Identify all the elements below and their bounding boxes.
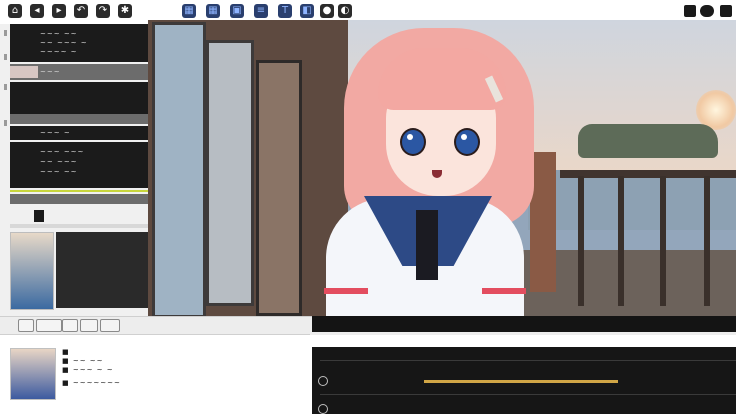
- list-icon[interactable]: ≡: [254, 4, 268, 18]
- timeline-header: [312, 316, 736, 332]
- window-button[interactable]: [700, 5, 714, 17]
- tool-button[interactable]: [80, 319, 98, 332]
- window-button[interactable]: [684, 5, 696, 17]
- layer-label: ~~~ ~~: [40, 168, 78, 176]
- background-window: [152, 22, 206, 316]
- background-window: [206, 40, 254, 306]
- property-line: ■ ~~~~~~~: [62, 379, 121, 387]
- layer-row[interactable]: [10, 194, 148, 204]
- tool-button[interactable]: [18, 319, 34, 332]
- frame-icon[interactable]: ▣: [230, 4, 244, 18]
- layer-row[interactable]: ~~~: [10, 64, 148, 80]
- background-trees: [578, 124, 718, 158]
- forward-icon[interactable]: ▸: [52, 4, 66, 18]
- avatar[interactable]: [10, 348, 56, 400]
- scroll-marker: [4, 84, 7, 90]
- layer-row[interactable]: ~~~ ~~~ ~~ ~~~ ~~~ ~~: [10, 142, 358, 188]
- layer-label: ~~~: [40, 68, 61, 76]
- layer-row[interactable]: ~~~ ~~ ~~ ~~~ ~ ~~~~ ~: [10, 24, 358, 62]
- layer-label: ~~~ ~: [40, 129, 71, 137]
- home-icon[interactable]: ⌂: [8, 4, 22, 18]
- character-eye: [454, 128, 480, 156]
- text-icon[interactable]: T: [278, 4, 292, 18]
- sleeve-stripe: [324, 288, 368, 294]
- scroll-marker: [4, 120, 7, 126]
- divider: [10, 224, 148, 228]
- preview-thumbnail[interactable]: [10, 232, 54, 310]
- character-tie: [416, 210, 438, 280]
- layer-row[interactable]: ~~~ ~: [10, 126, 148, 140]
- settings-icon[interactable]: ✱: [118, 4, 132, 18]
- mask-icon[interactable]: ◐: [338, 4, 352, 18]
- scroll-marker: [4, 54, 7, 60]
- layer-row[interactable]: [10, 82, 358, 114]
- layer-label: ~~~ ~~~: [40, 148, 85, 156]
- layer-panel: ~~~ ~~ ~~ ~~~ ~ ~~~~ ~ ~~~ ~~~ ~ ~~~ ~~~…: [0, 24, 358, 316]
- redo-icon[interactable]: ↷: [96, 4, 110, 18]
- property-line: ■ ~~ ~~: [62, 357, 104, 365]
- sleeve-stripe: [482, 288, 526, 294]
- tool-button[interactable]: [36, 319, 62, 332]
- track-toggle-icon[interactable]: [318, 376, 328, 386]
- preview-panel: [56, 232, 148, 308]
- undo-icon[interactable]: ↶: [74, 4, 88, 18]
- layer-label: ~~~~ ~: [40, 48, 78, 56]
- railing-post: [704, 176, 710, 306]
- background-door: [256, 60, 302, 316]
- layer-label: ~~ ~~~ ~: [40, 39, 88, 47]
- grid-icon[interactable]: ▦: [206, 4, 220, 18]
- selection-indicator: [10, 190, 148, 192]
- character-eye: [400, 128, 426, 156]
- railing-post: [618, 176, 624, 306]
- canvas-stage[interactable]: [148, 20, 736, 316]
- layer-row[interactable]: [10, 114, 148, 124]
- track-divider: [320, 360, 736, 361]
- layer-label: ~~ ~~~: [40, 158, 78, 166]
- window-button[interactable]: [720, 5, 732, 17]
- property-line: ■: [62, 348, 70, 356]
- railing-post: [578, 176, 584, 306]
- view-icon[interactable]: ◧: [300, 4, 314, 18]
- property-line: ■ ~~~ ~ ~: [62, 366, 114, 374]
- layer-label: ~~~ ~~: [40, 30, 78, 38]
- layout-icon[interactable]: ▦: [182, 4, 196, 18]
- tool-button[interactable]: [100, 319, 120, 332]
- scroll-marker: [4, 30, 7, 36]
- layer-thumbnail: [10, 66, 38, 78]
- color-swatch[interactable]: [34, 210, 44, 222]
- track-toggle-icon[interactable]: [318, 404, 328, 414]
- track-divider: [320, 394, 736, 395]
- railing-post: [660, 176, 666, 306]
- back-icon[interactable]: ◂: [30, 4, 44, 18]
- tool-button[interactable]: [62, 319, 78, 332]
- timeline-clip[interactable]: [424, 380, 618, 383]
- record-icon[interactable]: ●: [320, 4, 334, 18]
